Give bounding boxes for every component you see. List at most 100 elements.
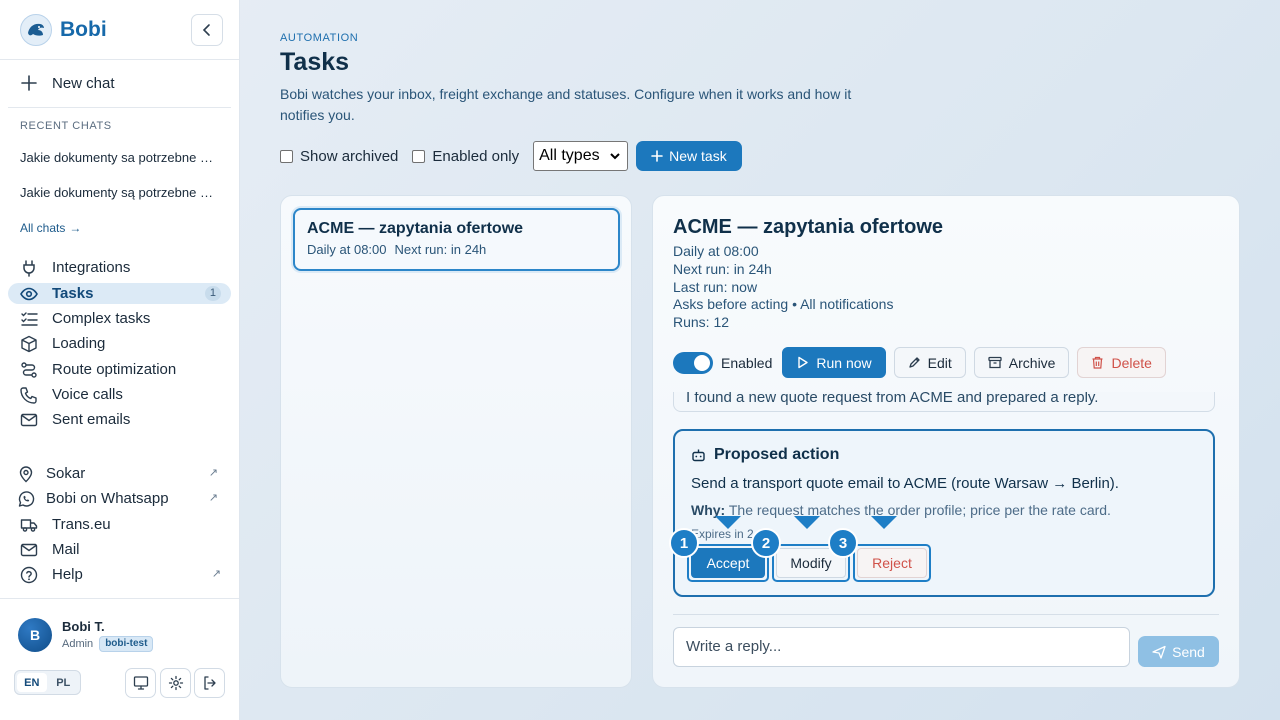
detail-title: ACME — zapytania ofertowe	[673, 216, 944, 238]
marker-pointer	[871, 516, 897, 529]
detail-notifications: All notifications	[800, 296, 894, 312]
detail-next-run: Next run: in 24h	[673, 261, 772, 277]
divider	[0, 598, 239, 599]
reject-button[interactable]: Reject	[857, 548, 927, 578]
task-list-item[interactable]: ACME — zapytania ofertowe Daily at 08:00…	[293, 208, 620, 271]
enabled-only-checkbox[interactable]: Enabled only	[412, 148, 519, 165]
divider	[0, 59, 239, 60]
sidebar-item-label: Loading	[52, 335, 106, 352]
pencil-icon	[909, 357, 920, 368]
phone-icon	[20, 386, 38, 404]
delete-button[interactable]: Delete	[1077, 347, 1166, 378]
sidebar-item-label: Mail	[52, 541, 80, 558]
all-chats-label: All chats	[20, 221, 66, 235]
settings-button[interactable]	[160, 668, 191, 698]
route-icon	[20, 361, 38, 379]
send-button[interactable]: Send	[1138, 636, 1219, 667]
task-type-select[interactable]: All types	[533, 141, 629, 171]
recent-chat-item[interactable]: Jakie dokumenty sa potrzebne do przewozu	[20, 150, 220, 165]
sidebar-item-sokar[interactable]: Sokar ↗	[5, 463, 228, 484]
logout-icon	[203, 676, 216, 690]
reply-input[interactable]: Write a reply...	[673, 627, 1130, 667]
checkbox-box[interactable]	[412, 149, 426, 163]
eye-icon	[20, 285, 38, 303]
enabled-only-label: Enabled only	[432, 147, 520, 165]
new-task-label: New task	[669, 148, 727, 164]
display-button[interactable]	[125, 668, 156, 698]
page-description: Bobi watches your inbox, freight exchang…	[280, 86, 852, 123]
enabled-label: Enabled	[721, 354, 773, 371]
sidebar-item-label: Sent emails	[52, 411, 131, 428]
section-eyebrow: AUTOMATION	[280, 32, 359, 44]
why-text: The request matches the order profile; p…	[728, 502, 1111, 518]
brand[interactable]: Bobi	[20, 14, 107, 46]
new-task-button[interactable]: New task	[636, 141, 742, 171]
detail-last-run: Last run: now	[673, 279, 758, 295]
task-type-value: All types	[539, 147, 600, 164]
divider	[673, 614, 1219, 615]
task-title: ACME — zapytania ofertowe	[307, 220, 524, 237]
all-chats-link[interactable]: All chats →	[20, 221, 81, 235]
edit-button[interactable]: Edit	[893, 347, 966, 378]
language-toggle: EN PL	[14, 670, 81, 695]
chevron-left-icon	[202, 24, 210, 36]
trash-icon	[1092, 356, 1103, 369]
show-archived-checkbox[interactable]: Show archived	[280, 148, 398, 165]
checkbox-box[interactable]	[280, 149, 293, 163]
plug-icon	[20, 259, 38, 277]
env-badge: bobi-test	[99, 635, 154, 652]
sidebar-item-loading[interactable]: Loading	[8, 333, 231, 354]
edit-label: Edit	[927, 354, 952, 371]
mail-icon	[20, 541, 38, 559]
enabled-toggle[interactable]	[673, 351, 713, 374]
external-link-icon: ↗	[208, 492, 218, 504]
sidebar: Bobi New chat RECENT CHATS Jakie dokumen…	[0, 0, 240, 720]
sidebar-item-integrations[interactable]: Integrations	[8, 257, 231, 278]
task-schedule: Daily at 08:00	[307, 242, 387, 257]
marker-pointer	[715, 516, 741, 529]
gear-icon	[168, 675, 183, 691]
sidebar-item-bobi-on-whatsapp[interactable]: Bobi on Whatsapp ↗	[5, 488, 228, 509]
detail-mode-label: Asks before acting	[673, 296, 789, 312]
sidebar-item-trans-eu[interactable]: Trans.eu	[8, 514, 231, 535]
annotation-marker-2: 2	[751, 528, 781, 558]
truck-icon	[20, 516, 38, 534]
detail-schedule: Daily at 08:00	[673, 243, 759, 259]
sidebar-item-mail[interactable]: Mail	[8, 539, 231, 560]
external-link-icon: ↗	[211, 568, 221, 580]
show-archived-label: Show archived	[300, 147, 399, 165]
brand-name: Bobi	[60, 18, 107, 41]
sidebar-item-complex-tasks[interactable]: Complex tasks	[8, 308, 231, 329]
sidebar-item-voice-calls[interactable]: Voice calls	[8, 384, 231, 405]
external-link-icon: ↗	[208, 467, 218, 479]
new-chat-button[interactable]: New chat	[20, 72, 115, 94]
recent-chats-label: RECENT CHATS	[20, 120, 112, 132]
recent-chat-item[interactable]: Jakie dokumenty są potrzebne do przewozu	[20, 185, 220, 200]
list-checks-icon	[20, 310, 38, 328]
logout-button[interactable]	[194, 668, 225, 698]
bobi-logo-icon	[20, 14, 52, 46]
monitor-icon	[133, 676, 148, 690]
sidebar-item-route-optimization[interactable]: Route optimization	[8, 359, 231, 380]
run-now-button[interactable]: Run now	[782, 347, 886, 378]
user-card[interactable]: B Bobi T. Admin bobi-test	[18, 618, 154, 652]
help-icon	[20, 566, 38, 584]
lang-pl-button[interactable]: PL	[49, 673, 79, 692]
toggle-knob	[694, 354, 710, 371]
sidebar-item-help[interactable]: Help ↗	[8, 564, 231, 585]
sidebar-item-tasks[interactable]: Tasks 1	[8, 283, 231, 304]
map-pin-icon	[17, 465, 35, 483]
user-name: Bobi T.	[62, 618, 105, 634]
sidebar-item-label: Voice calls	[52, 386, 123, 403]
task-list-panel: ACME — zapytania ofertowe Daily at 08:00…	[280, 195, 632, 688]
sidebar-item-label: Tasks	[52, 285, 94, 302]
lang-en-button[interactable]: EN	[17, 673, 47, 692]
delete-label: Delete	[1111, 354, 1152, 371]
arrow-right-icon: →	[69, 221, 82, 235]
page-title: Tasks	[280, 48, 350, 76]
plus-icon	[651, 150, 663, 162]
archive-button[interactable]: Archive	[973, 347, 1070, 378]
proposal-why: Why: The request matches the order profi…	[691, 502, 1111, 518]
sidebar-item-sent-emails[interactable]: Sent emails	[8, 409, 231, 430]
collapse-sidebar-button[interactable]	[191, 14, 223, 46]
